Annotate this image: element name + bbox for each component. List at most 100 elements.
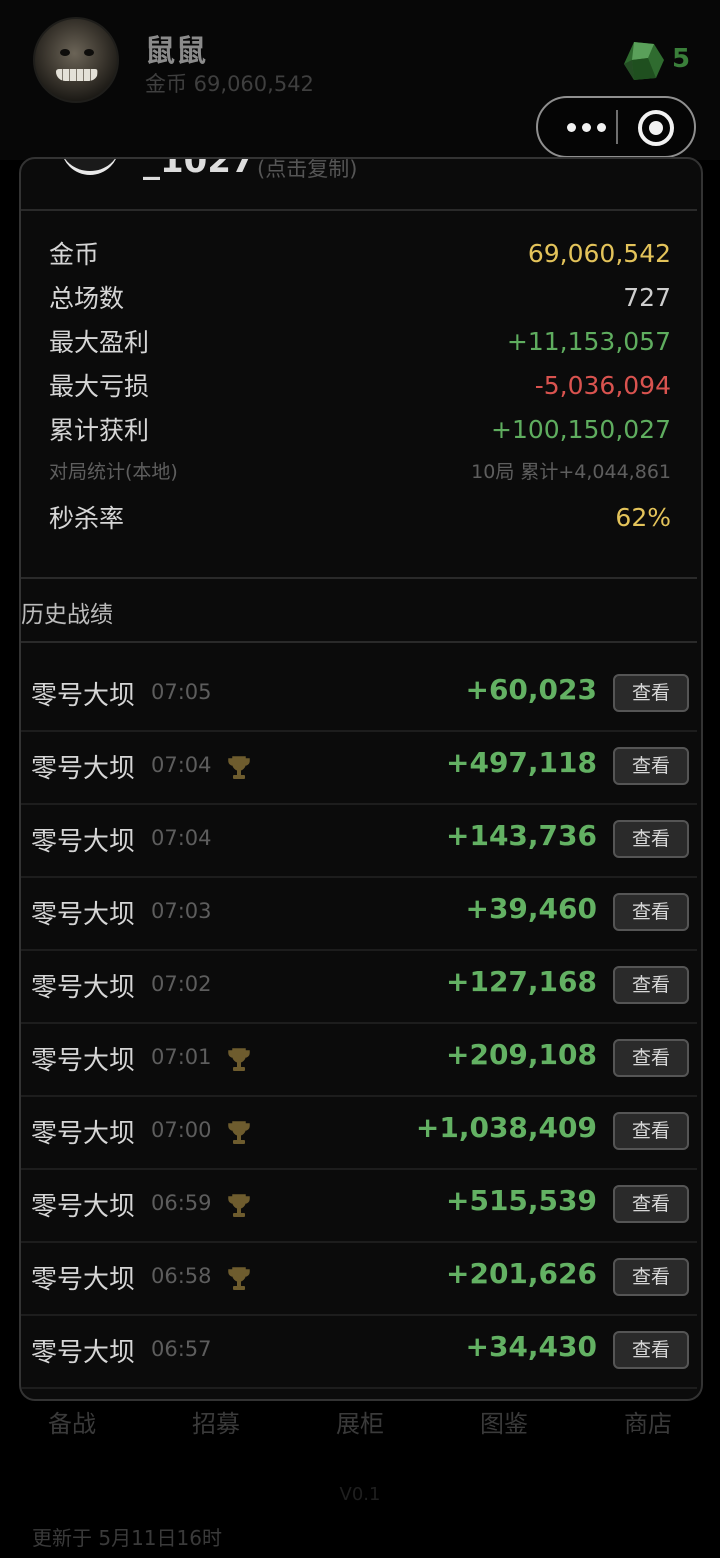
map-name: 零号大坝	[31, 754, 136, 784]
bottom-nav: 备战 招募 展柜 图鉴 商店	[0, 1392, 720, 1452]
match-profit: +143,736	[446, 819, 597, 852]
stat-label: 对局统计(本地)	[49, 460, 178, 483]
stat-label: 金币	[49, 240, 100, 269]
match-profit: +209,108	[446, 1038, 597, 1071]
stat-label: 总场数	[49, 284, 125, 313]
view-button[interactable]: 查看	[613, 1112, 689, 1150]
stat-label: 最大盈利	[49, 328, 150, 357]
match-time: 06:57	[151, 1337, 212, 1361]
match-time: 06:58	[151, 1264, 212, 1288]
match-time: 07:02	[151, 972, 212, 996]
stat-value: 727	[623, 282, 671, 312]
stat-label: 累计获利	[49, 416, 150, 445]
mini-avatar	[61, 159, 119, 175]
view-button[interactable]: 查看	[613, 966, 689, 1004]
list-item: 零号大坝 06:57 +34,430 查看	[21, 1316, 697, 1389]
stat-row-local: 对局统计(本地) 10局 累计+4,044,861	[49, 451, 671, 489]
match-profit: +127,168	[446, 965, 597, 998]
stat-row-total-games: 总场数 727	[49, 275, 671, 319]
avatar-teeth	[56, 69, 98, 81]
miniprogram-capsule	[536, 96, 696, 158]
list-item: 零号大坝 07:02 +127,168 查看	[21, 951, 697, 1024]
view-button[interactable]: 查看	[613, 1258, 689, 1296]
map-name: 零号大坝	[31, 973, 136, 1003]
nickname: 鼠鼠	[145, 34, 207, 69]
avatar-eye	[60, 49, 70, 56]
copy-hint[interactable]: (点击复制)	[257, 159, 357, 183]
view-button[interactable]: 查看	[613, 674, 689, 712]
match-profit: +201,626	[446, 1257, 597, 1290]
match-profit: +1,038,409	[415, 1111, 597, 1144]
match-profit: +34,430	[465, 1330, 597, 1363]
nav-item-recruit[interactable]: 招募	[144, 1392, 288, 1452]
list-item: 零号大坝 07:05 +60,023 查看	[21, 659, 697, 732]
map-name: 零号大坝	[31, 681, 136, 711]
list-item: 零号大坝 07:04 +497,118 查看	[21, 732, 697, 805]
modal-top-bar: _1027 (点击复制)	[21, 159, 697, 211]
version-label: V0.1	[339, 1484, 381, 1505]
stat-value: +11,153,057	[506, 326, 671, 356]
stat-value: 69,060,542	[527, 238, 671, 268]
nav-item-shop[interactable]: 商店	[576, 1392, 720, 1452]
map-name: 零号大坝	[31, 1192, 136, 1222]
stat-value: +100,150,027	[491, 414, 671, 444]
match-time: 07:04	[151, 753, 212, 777]
trophy-icon	[228, 1267, 250, 1290]
player-id[interactable]: _1027	[143, 159, 255, 181]
update-time: 更新于 5月11日16时	[32, 1526, 222, 1550]
gem-icon	[624, 42, 664, 80]
match-profit: +497,118	[446, 746, 597, 779]
trophy-icon	[228, 756, 250, 779]
avatar-eye	[84, 49, 94, 56]
match-time: 07:00	[151, 1118, 212, 1142]
avatar[interactable]	[33, 17, 119, 103]
stat-value: 62%	[615, 502, 671, 532]
map-name: 零号大坝	[31, 1265, 136, 1295]
history-list[interactable]: 零号大坝 07:05 +60,023 查看 零号大坝 07:04 +497,11…	[21, 659, 697, 1389]
match-profit: +60,023	[465, 673, 597, 706]
match-profit: +39,460	[465, 892, 597, 925]
nav-item-codex[interactable]: 图鉴	[432, 1392, 576, 1452]
view-button[interactable]: 查看	[613, 1331, 689, 1369]
view-button[interactable]: 查看	[613, 1185, 689, 1223]
list-item: 零号大坝 07:04 +143,736 查看	[21, 805, 697, 878]
nav-item-showcase[interactable]: 展柜	[288, 1392, 432, 1452]
coins-summary: 金币 69,060,542	[145, 72, 314, 96]
nav-item-prepare[interactable]: 备战	[0, 1392, 144, 1452]
player-detail-modal: _1027 (点击复制) 金币 69,060,542 总场数 727 最大盈利 …	[19, 157, 703, 1401]
stats-panel: 金币 69,060,542 总场数 727 最大盈利 +11,153,057 最…	[49, 231, 671, 539]
view-button[interactable]: 查看	[613, 1039, 689, 1077]
match-time: 07:03	[151, 899, 212, 923]
stat-label: 最大亏损	[49, 372, 150, 401]
stat-row-coins: 金币 69,060,542	[49, 231, 671, 275]
list-item: 零号大坝 07:00 +1,038,409 查看	[21, 1097, 697, 1170]
stat-value: 10局 累计+4,044,861	[471, 460, 671, 483]
match-profit: +515,539	[446, 1184, 597, 1217]
stat-label: 秒杀率	[49, 504, 125, 533]
view-button[interactable]: 查看	[613, 820, 689, 858]
divider	[21, 641, 697, 643]
list-item: 零号大坝 06:58 +201,626 查看	[21, 1243, 697, 1316]
match-time: 07:01	[151, 1045, 212, 1069]
match-time: 07:04	[151, 826, 212, 850]
stat-row-kill-rate: 秒杀率 62%	[49, 495, 671, 539]
gem-count: 5	[672, 44, 691, 74]
list-item: 零号大坝 06:59 +515,539 查看	[21, 1170, 697, 1243]
trophy-icon	[228, 1194, 250, 1217]
stat-row-max-loss: 最大亏损 -5,036,094	[49, 363, 671, 407]
more-menu-icon[interactable]	[556, 98, 616, 156]
view-button[interactable]: 查看	[613, 893, 689, 931]
match-time: 07:05	[151, 680, 212, 704]
match-time: 06:59	[151, 1191, 212, 1215]
trophy-icon	[228, 1121, 250, 1144]
list-item: 零号大坝 07:01 +209,108 查看	[21, 1024, 697, 1097]
view-button[interactable]: 查看	[613, 747, 689, 785]
stat-value: -5,036,094	[534, 370, 671, 400]
trophy-icon	[228, 1048, 250, 1071]
map-name: 零号大坝	[31, 1338, 136, 1368]
map-name: 零号大坝	[31, 827, 136, 857]
profile-header: 鼠鼠 金币 69,060,542 5	[0, 0, 720, 160]
map-name: 零号大坝	[31, 1046, 136, 1076]
list-item: 零号大坝 07:03 +39,460 查看	[21, 878, 697, 951]
close-miniprogram-icon[interactable]	[638, 110, 674, 146]
